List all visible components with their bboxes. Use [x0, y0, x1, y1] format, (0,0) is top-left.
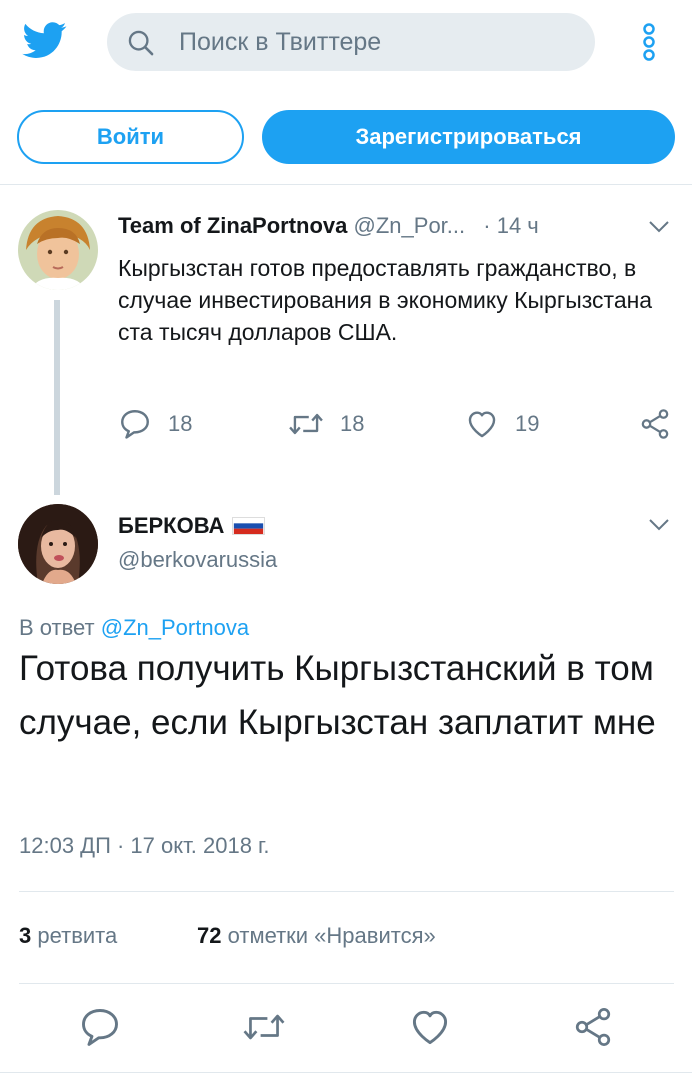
reply-icon: [121, 410, 149, 439]
likes-stat[interactable]: 72 отметки «Нравится»: [197, 922, 436, 950]
header-divider: [0, 184, 692, 185]
like-button[interactable]: 19: [465, 404, 539, 444]
bottom-divider: [0, 1072, 692, 1073]
author-name-text: БЕРКОВА: [118, 513, 225, 538]
retweet-count: 18: [340, 411, 365, 436]
separator: ·: [483, 213, 491, 238]
search-bar[interactable]: Поиск в Твиттере: [107, 13, 595, 71]
tweet-timestamp[interactable]: 12:03 ДП · 17 окт. 2018 г.: [19, 832, 270, 860]
like-label: отметки «Нравится»: [227, 923, 436, 948]
author-name[interactable]: Team of ZinaPortnova: [118, 213, 347, 238]
search-icon: [128, 30, 154, 56]
retweet-button[interactable]: 18: [288, 404, 364, 444]
retweet-icon[interactable]: [242, 1005, 286, 1049]
chevron-down-icon[interactable]: [648, 518, 670, 532]
thread-line: [54, 300, 60, 495]
tweet-text: Кыргызстан готов предоставлять гражданст…: [118, 255, 653, 345]
signup-button[interactable]: Зарегистрироваться: [262, 110, 675, 164]
search-placeholder: Поиск в Твиттере: [179, 28, 382, 56]
top-bar: Поиск в Твиттере: [0, 0, 692, 86]
reply-context: В ответ @Zn_Portnova: [19, 614, 249, 642]
more-vertical-icon[interactable]: [636, 20, 662, 64]
reply-to-link[interactable]: @Zn_Portnova: [101, 615, 249, 640]
reply-icon[interactable]: [78, 1005, 122, 1049]
avatar[interactable]: [18, 210, 98, 290]
stats-divider-top: [19, 891, 674, 892]
share-button[interactable]: [638, 404, 672, 444]
retweets-stat[interactable]: 3 ретвита: [19, 922, 117, 950]
like-count: 19: [515, 411, 540, 436]
russian-flag-icon: [232, 517, 266, 535]
login-button[interactable]: Войти: [17, 110, 244, 164]
author-handle[interactable]: @Zn_Por...: [354, 213, 466, 238]
tweet-header: Team of ZinaPortnova @Zn_Por... · 14 ч: [118, 212, 539, 240]
share-icon[interactable]: [571, 1005, 615, 1049]
reply-count: 18: [168, 411, 193, 436]
chevron-down-icon[interactable]: [648, 220, 670, 234]
retweet-count: 3: [19, 923, 32, 948]
retweet-icon: [289, 413, 323, 435]
like-count: 72: [197, 923, 222, 948]
tweet-time[interactable]: 14 ч: [497, 213, 539, 238]
avatar[interactable]: [18, 504, 98, 584]
tweet-actions: 18 18 19: [0, 404, 692, 444]
tweet-text: Готова получить Кыргызстанский в том слу…: [19, 649, 656, 742]
heart-icon[interactable]: [408, 1005, 452, 1049]
author-handle[interactable]: @berkovarussia: [118, 546, 277, 574]
twitter-bird-icon[interactable]: [20, 18, 70, 62]
heart-icon: [468, 411, 496, 438]
stats-divider-bottom: [19, 983, 674, 984]
author-name[interactable]: БЕРКОВА: [118, 512, 266, 540]
share-icon: [641, 409, 669, 439]
retweet-label: ретвита: [37, 923, 118, 948]
reply-button[interactable]: 18: [118, 404, 192, 444]
reply-prefix: В ответ: [19, 615, 95, 640]
tweet-actions-bottom: [0, 1005, 692, 1049]
